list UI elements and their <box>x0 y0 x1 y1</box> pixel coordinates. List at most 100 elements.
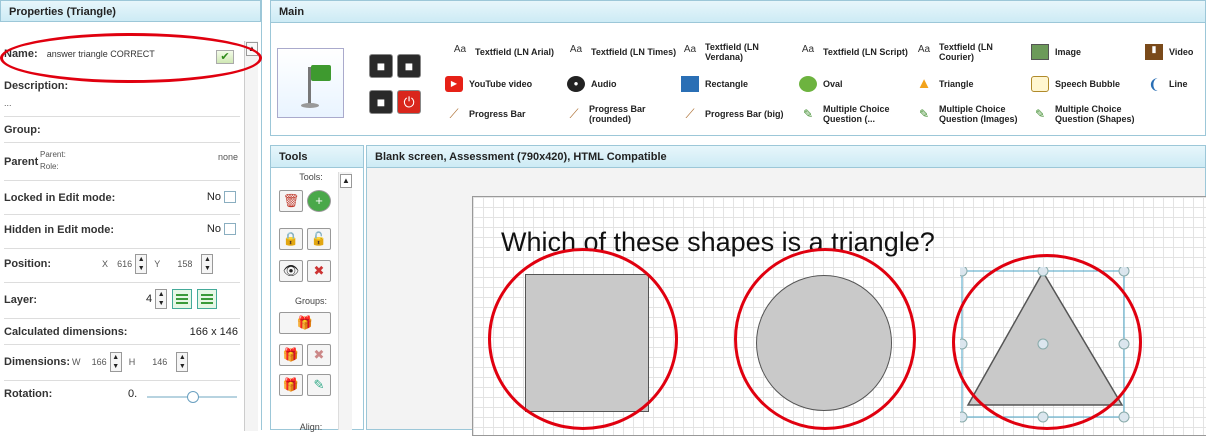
parent-sublabel: Parent: <box>40 150 66 159</box>
resize-handle[interactable] <box>960 411 968 423</box>
hide-icon[interactable]: ✖ <box>307 260 331 282</box>
tool-image[interactable]: Image <box>1031 41 1131 63</box>
tool-progress-bar[interactable]: ⟋ Progress Bar <box>445 103 555 125</box>
locked-label: Locked in Edit mode: <box>4 192 116 204</box>
save-close-icon[interactable]: ■ <box>397 54 421 78</box>
pencil-icon: ✎ <box>802 107 814 121</box>
send-to-back-icon[interactable] <box>197 289 218 309</box>
audio-icon: ● <box>567 76 585 92</box>
x-stepper[interactable]: ▲ ▼ <box>135 254 148 274</box>
rotation-slider-knob[interactable] <box>187 391 199 403</box>
tools-scrollbar[interactable]: ▲ <box>338 172 352 430</box>
layer-label: Layer: <box>4 294 38 306</box>
resize-handle[interactable] <box>1118 411 1130 423</box>
resize-handle[interactable] <box>960 267 968 277</box>
y-stepper[interactable]: ▲ ▼ <box>201 254 214 274</box>
tool-audio[interactable]: ● Audio <box>567 73 667 95</box>
group-add-icon[interactable]: 🎁 <box>279 374 303 396</box>
tool-progress-bar-big[interactable]: ⟋ Progress Bar (big) <box>681 103 801 125</box>
w-stepper[interactable]: ▲ ▼ <box>109 352 122 372</box>
divider <box>4 116 240 117</box>
layer-value[interactable]: 4 <box>146 293 152 305</box>
tool-speech-bubble[interactable]: Speech Bubble <box>1031 73 1141 95</box>
pencil-icon: ✎ <box>918 107 930 121</box>
line-icon: ❨ <box>1148 76 1160 92</box>
eye-icon[interactable]: 👁 <box>279 260 303 282</box>
tool-oval[interactable]: Oval <box>799 73 899 95</box>
w-value[interactable]: 166 <box>92 357 107 367</box>
tool-rectangle[interactable]: Rectangle <box>681 73 781 95</box>
tool-youtube[interactable]: ▶ YouTube video <box>445 73 555 95</box>
h-stepper[interactable]: ▲ ▼ <box>176 352 189 372</box>
canvas-title: Blank screen, Assessment (790x420), HTML… <box>367 146 1205 168</box>
youtube-icon: ▶ <box>445 76 463 92</box>
power-icon[interactable]: ⏻ <box>397 90 421 114</box>
divider <box>4 282 240 283</box>
description-field[interactable]: ... <box>4 98 240 108</box>
tool-mcq[interactable]: ✎ Multiple Choice Question (... <box>799 103 909 125</box>
align-caption: Align: <box>299 422 323 432</box>
tool-mcq-images[interactable]: ✎ Multiple Choice Question (Images) <box>915 103 1025 125</box>
tool-textfield-times[interactable]: Aa Textfield (LN Times) <box>567 41 687 63</box>
tool-textfield-verdana[interactable]: Aa Textfield (LN Verdana) <box>681 41 791 63</box>
y-value[interactable]: 158 <box>177 259 192 269</box>
divider <box>4 214 240 215</box>
resize-handle[interactable] <box>1118 267 1130 277</box>
group-gift-icon[interactable]: 🎁 <box>279 312 331 334</box>
add-icon[interactable]: + <box>307 190 331 212</box>
lock-icon[interactable]: 🔒 <box>279 228 303 250</box>
delete-icon[interactable]: 🗑 <box>279 190 303 212</box>
properties-scrollbar[interactable]: ▲ <box>244 41 258 431</box>
rotation-slider[interactable] <box>147 391 237 403</box>
position-label: Position: <box>4 258 52 270</box>
pencil-icon: ✎ <box>1034 107 1046 121</box>
tool-mcq-shapes[interactable]: ✎ Multiple Choice Question (Shapes) <box>1031 103 1151 125</box>
h-label: H <box>128 356 136 367</box>
x-value[interactable]: 616 <box>117 259 132 269</box>
text-icon: Aa <box>683 44 697 55</box>
description-label: Description: <box>4 80 69 92</box>
save-icon[interactable]: ■ <box>369 54 393 78</box>
unlock-icon[interactable]: 🔓 <box>307 228 331 250</box>
tool-progress-bar-rounded[interactable]: ⟋ Progress Bar (rounded) <box>565 103 675 125</box>
tools-caption: Tools: <box>299 172 323 182</box>
dimensions-label: Dimensions: <box>4 356 71 368</box>
tools-title: Tools <box>271 146 363 168</box>
calc-dimensions-value: 166 x 146 <box>189 326 238 338</box>
hidden-checkbox[interactable] <box>224 223 236 236</box>
locked-checkbox[interactable] <box>224 191 236 204</box>
highlight-ring-square <box>488 248 678 430</box>
tool-triangle[interactable]: ▲ Triangle <box>915 73 1015 95</box>
flag-base <box>301 103 319 108</box>
image-icon <box>1031 44 1049 60</box>
main-title: Main <box>271 1 1205 23</box>
x-label: X <box>102 258 109 269</box>
tool-textfield-script[interactable]: Aa Textfield (LN Script) <box>799 41 919 63</box>
video-icon: ▮ <box>1145 44 1163 60</box>
locked-value: No <box>206 191 221 203</box>
name-highlight-ring <box>0 33 262 83</box>
divider <box>4 180 240 181</box>
save-as-icon[interactable]: ■ <box>369 90 393 114</box>
tool-textfield-courier[interactable]: Aa Textfield (LN Courier) <box>915 41 1025 63</box>
tool-line[interactable]: ❨ Line <box>1145 73 1205 95</box>
bring-to-front-icon[interactable] <box>172 289 193 309</box>
start-flag-button[interactable] <box>277 48 344 118</box>
tool-video[interactable]: ▮ Video <box>1145 41 1205 63</box>
oval-icon <box>799 76 817 92</box>
divider <box>4 248 240 249</box>
triangle-icon: ▲ <box>916 75 932 92</box>
text-icon: Aa <box>917 44 931 55</box>
parent-value: none <box>217 152 238 162</box>
h-value[interactable]: 146 <box>152 357 167 367</box>
ungroup-icon[interactable]: 🎁 <box>279 344 303 366</box>
divider <box>4 142 240 143</box>
layer-stepper[interactable]: ▲ ▼ <box>155 289 168 309</box>
ungroup-remove-icon[interactable]: ✖ <box>307 344 331 366</box>
group-edit-icon[interactable]: ✎ <box>307 374 331 396</box>
speech-bubble-icon <box>1031 76 1049 92</box>
main-panel: Main ■ ■ ■ ⏻ Aa Textfield (LN Arial) Aa Te… <box>270 0 1206 136</box>
scroll-up-icon[interactable]: ▲ <box>340 174 352 188</box>
rotation-value[interactable]: 0. <box>128 388 137 400</box>
tool-textfield-arial[interactable]: Aa Textfield (LN Arial) <box>451 41 569 63</box>
